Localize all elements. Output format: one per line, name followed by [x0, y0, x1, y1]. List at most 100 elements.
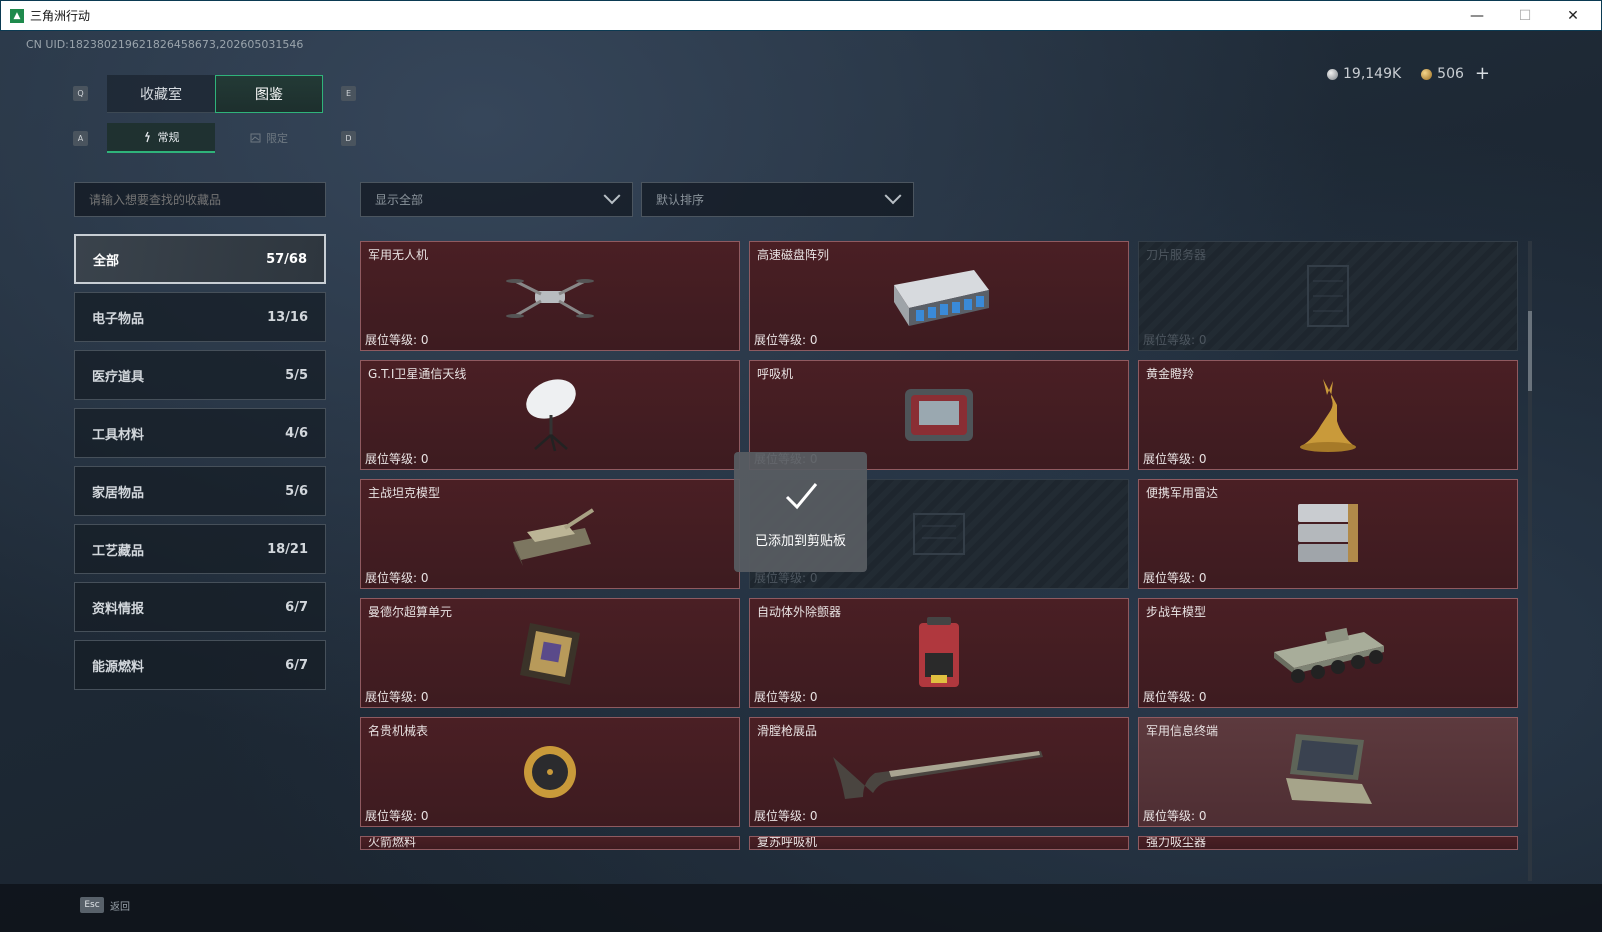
item-name: 曼德尔超算单元	[368, 605, 453, 619]
item-card[interactable]: 复苏呼吸机	[749, 836, 1129, 850]
category-count: 5/5	[285, 367, 308, 383]
window-title: 三角洲行动	[30, 9, 91, 23]
locked-item-icon	[913, 513, 965, 555]
tab-catalog[interactable]: 图鉴	[215, 75, 323, 113]
category-label: 医疗道具	[92, 369, 145, 385]
category-count: 5/6	[285, 483, 308, 499]
esc-key-icon: Esc	[80, 897, 104, 913]
silver-currency: 19,149K	[1327, 66, 1401, 82]
player-uid: CN UID:1823802196218264586​73,2026050315…	[26, 38, 304, 51]
item-card[interactable]: 强力吸尘器	[1138, 836, 1518, 850]
disk-array-icon	[894, 270, 989, 326]
musket-icon	[833, 751, 1043, 799]
limited-icon	[250, 133, 261, 143]
item-level: 展位等级: 0	[1143, 690, 1207, 704]
defibrillator-icon	[919, 617, 959, 687]
category-label: 家居物品	[92, 485, 145, 501]
item-grid: 军用无人机 展位等级: 0 高速磁盘阵列 展位等级: 0 刀片服务器 展位等级:…	[360, 241, 1530, 881]
item-level: 展位等级: 0	[1143, 333, 1207, 347]
item-level: 展位等级: 0	[365, 452, 429, 466]
maximize-button[interactable]: ☐	[1503, 1, 1547, 31]
close-button[interactable]: ✕	[1551, 1, 1595, 31]
item-name: 强力吸尘器	[1146, 836, 1207, 849]
clipboard-toast: 已添加到剪贴板	[734, 452, 867, 572]
sort-dropdown-value: 默认排序	[656, 193, 705, 207]
category-electronics[interactable]: 电子物品 13/16	[74, 292, 326, 342]
subtab-regular-label: 常规	[157, 131, 180, 144]
bottom-bar: Esc 返回	[0, 884, 1602, 932]
item-card[interactable]: G.T.I卫星通信天线 展位等级: 0	[360, 360, 740, 470]
gold-amount: 506	[1437, 66, 1464, 82]
category-energy[interactable]: 能源燃料 6/7	[74, 640, 326, 690]
item-level: 展位等级: 0	[1143, 571, 1207, 585]
main-tabs: 收藏室 图鉴	[107, 75, 323, 113]
category-medical[interactable]: 医疗道具 5/5	[74, 350, 326, 400]
item-card[interactable]: 火箭燃料	[360, 836, 740, 850]
item-level: 展位等级: 0	[365, 690, 429, 704]
sort-dropdown[interactable]: 默认排序	[641, 182, 914, 217]
category-all[interactable]: 全部 57/68	[74, 234, 326, 284]
item-card[interactable]: 滑膛枪展品 展位等级: 0	[749, 717, 1129, 827]
item-level: 展位等级: 0	[754, 809, 818, 823]
silver-amount: 19,149K	[1343, 66, 1402, 82]
radar-icon	[1298, 504, 1358, 562]
supercomputer-icon	[520, 623, 580, 685]
category-crafts[interactable]: 工艺藏品 18/21	[74, 524, 326, 574]
grid-scrollbar[interactable]	[1528, 241, 1532, 881]
item-card[interactable]: 名贵机械表 展位等级: 0	[360, 717, 740, 827]
key-hint-d: D	[341, 131, 356, 146]
currency-bar: 19,149K 506 +	[1327, 65, 1490, 83]
item-name: 便携军用雷达	[1146, 486, 1219, 500]
item-name: 高速磁盘阵列	[757, 248, 830, 262]
item-card[interactable]: 便携军用雷达 展位等级: 0	[1138, 479, 1518, 589]
item-name: 步战车模型	[1146, 605, 1207, 619]
item-card[interactable]: 高速磁盘阵列 展位等级: 0	[749, 241, 1129, 351]
category-intel[interactable]: 资料情报 6/7	[74, 582, 326, 632]
ventilator-icon	[905, 389, 973, 441]
item-level: 展位等级: 0	[754, 333, 818, 347]
add-currency-button[interactable]: +	[1475, 65, 1490, 83]
silver-coin-icon	[1327, 68, 1338, 80]
category-label: 能源燃料	[92, 659, 145, 675]
category-count: 6/7	[285, 599, 308, 615]
checkmark-icon	[785, 482, 817, 509]
item-card[interactable]: 曼德尔超算单元 展位等级: 0	[360, 598, 740, 708]
category-label: 电子物品	[92, 311, 145, 327]
chevron-down-icon	[884, 186, 902, 204]
item-card[interactable]: 黄金瞪羚 展位等级: 0	[1138, 360, 1518, 470]
subtab-limited[interactable]: 限定	[215, 123, 323, 153]
filter-dropdown[interactable]: 显示全部	[360, 182, 633, 217]
tab-collection-room[interactable]: 收藏室	[107, 75, 215, 113]
category-count: 18/21	[267, 541, 308, 557]
category-count: 4/6	[285, 425, 308, 441]
category-tools[interactable]: 工具材料 4/6	[74, 408, 326, 458]
item-name: 呼吸机	[757, 367, 794, 381]
category-count: 6/7	[285, 657, 308, 673]
tank-icon	[513, 508, 595, 566]
item-card-locked[interactable]: 刀片服务器 展位等级: 0	[1138, 241, 1518, 351]
item-card[interactable]: 军用无人机 展位等级: 0	[360, 241, 740, 351]
ifv-icon	[1274, 627, 1384, 683]
item-name: 滑膛枪展品	[757, 724, 818, 738]
collection-search-input[interactable]	[74, 182, 326, 217]
item-level: 展位等级: 0	[1143, 809, 1207, 823]
item-card[interactable]: 主战坦克模型 展位等级: 0	[360, 479, 740, 589]
blade-server-icon	[1307, 265, 1349, 327]
drone-icon	[506, 279, 594, 318]
category-count: 13/16	[267, 309, 308, 325]
back-button[interactable]: Esc 返回	[80, 897, 130, 913]
gold-coin-icon	[1421, 68, 1433, 80]
satellite-antenna-icon	[526, 379, 576, 452]
item-name: 军用无人机	[368, 248, 429, 262]
scrollbar-thumb[interactable]	[1528, 311, 1532, 391]
item-level: 展位等级: 0	[365, 333, 429, 347]
item-card-hover[interactable]: 军用信息终端 展位等级: 0	[1138, 717, 1518, 827]
item-card[interactable]: 自动体外除颤器 展位等级: 0	[749, 598, 1129, 708]
window-titlebar: ▲ 三角洲行动 — ☐ ✕	[0, 0, 1602, 31]
minimize-button[interactable]: —	[1455, 1, 1499, 31]
category-household[interactable]: 家居物品 5/6	[74, 466, 326, 516]
subtab-limited-label: 限定	[266, 132, 288, 145]
category-label: 工具材料	[92, 427, 145, 443]
item-card[interactable]: 步战车模型 展位等级: 0	[1138, 598, 1518, 708]
subtab-regular[interactable]: 常规	[107, 123, 215, 153]
